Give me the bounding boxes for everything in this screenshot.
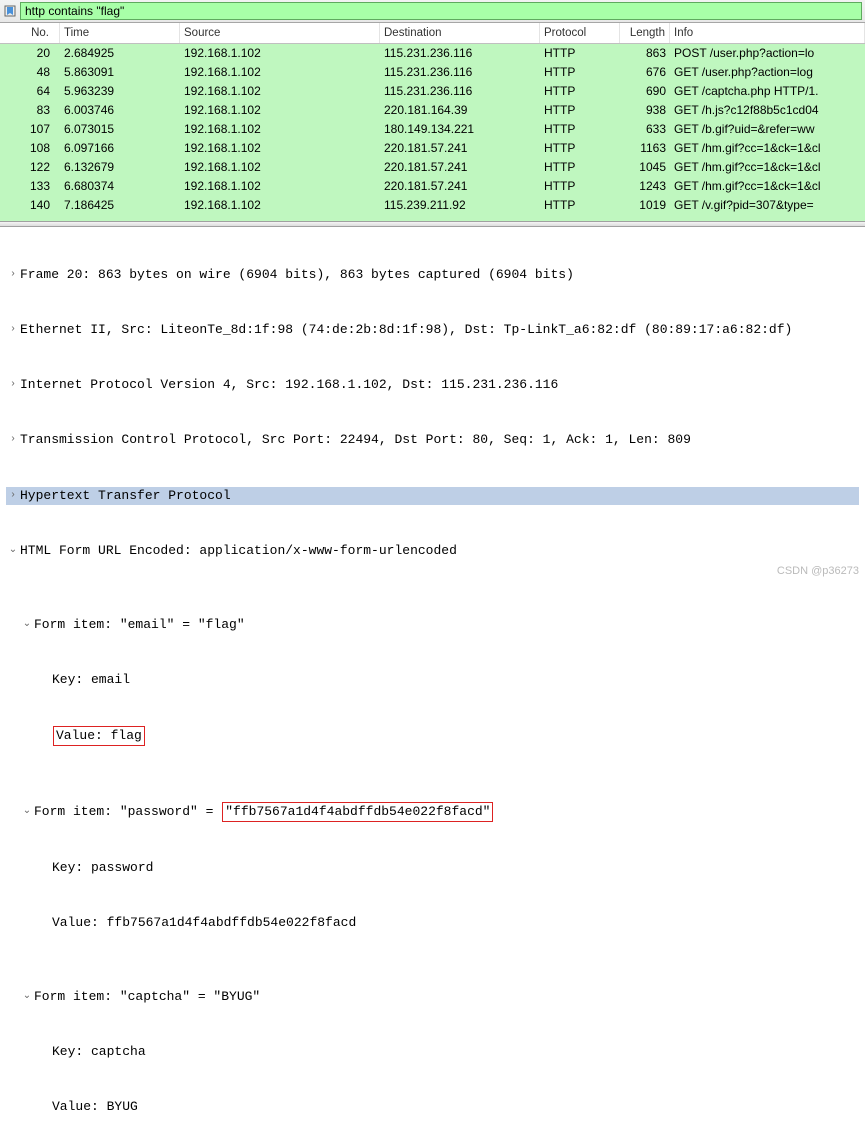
display-filter-bar bbox=[0, 0, 865, 23]
tree-label: Hypertext Transfer Protocol bbox=[20, 487, 231, 505]
tree-form-encoded[interactable]: ⌄HTML Form URL Encoded: application/x-ww… bbox=[6, 542, 859, 560]
col-header-source[interactable]: Source bbox=[180, 23, 380, 43]
packet-row[interactable]: 836.003746192.168.1.102220.181.164.39HTT… bbox=[0, 101, 865, 120]
tree-label: Frame 20: 863 bytes on wire (6904 bits),… bbox=[20, 266, 574, 284]
tree-form-item-password[interactable]: ⌄Form item: "password" = "ffb7567a1d4f4a… bbox=[6, 802, 859, 822]
expander-icon[interactable]: › bbox=[6, 321, 20, 339]
tree-key-captcha[interactable]: Key: captcha bbox=[6, 1043, 859, 1061]
bookmark-icon[interactable] bbox=[3, 4, 17, 18]
highlight-flag-value: Value: flag bbox=[53, 726, 145, 746]
col-header-destination[interactable]: Destination bbox=[380, 23, 540, 43]
col-header-info[interactable]: Info bbox=[670, 23, 865, 43]
expander-icon[interactable]: › bbox=[6, 266, 20, 284]
packet-row[interactable]: 645.963239192.168.1.102115.231.236.116HT… bbox=[0, 82, 865, 101]
tree-value-captcha[interactable]: Value: BYUG bbox=[6, 1098, 859, 1116]
tree-form-item-email[interactable]: ⌄Form item: "email" = "flag" bbox=[6, 616, 859, 634]
watermark: CSDN @p36273 bbox=[777, 565, 859, 577]
col-header-time[interactable]: Time bbox=[60, 23, 180, 43]
tree-label: Transmission Control Protocol, Src Port:… bbox=[20, 431, 691, 449]
packet-row[interactable]: →202.684925192.168.1.102115.231.236.116H… bbox=[0, 44, 865, 63]
tree-label: Form item: "password" = bbox=[34, 803, 221, 821]
tree-label: Key: captcha bbox=[52, 1043, 146, 1061]
tree-label: Form item: "email" = "flag" bbox=[34, 616, 245, 634]
col-header-protocol[interactable]: Protocol bbox=[540, 23, 620, 43]
packet-list[interactable]: →202.684925192.168.1.102115.231.236.116H… bbox=[0, 44, 865, 221]
packet-list-header: No. Time Source Destination Protocol Len… bbox=[0, 23, 865, 44]
tree-value-email[interactable]: Value: flag bbox=[6, 726, 859, 746]
expander-open-icon[interactable]: ⌄ bbox=[20, 803, 34, 821]
tree-value-password[interactable]: Value: ffb7567a1d4f4abdffdb54e022f8facd bbox=[6, 914, 859, 932]
expander-open-icon[interactable]: ⌄ bbox=[20, 616, 34, 634]
expander-icon[interactable]: › bbox=[6, 431, 20, 449]
packet-row[interactable]: 1226.132679192.168.1.102220.181.57.241HT… bbox=[0, 158, 865, 177]
display-filter-input[interactable] bbox=[20, 2, 862, 20]
tree-label: Value: BYUG bbox=[52, 1098, 138, 1116]
expander-icon[interactable]: › bbox=[6, 376, 20, 394]
packet-row[interactable]: 485.863091192.168.1.102115.231.236.116HT… bbox=[0, 63, 865, 82]
tree-tcp[interactable]: ›Transmission Control Protocol, Src Port… bbox=[6, 431, 859, 449]
expander-icon[interactable]: › bbox=[6, 487, 20, 505]
packet-row[interactable]: 1336.680374192.168.1.102220.181.57.241HT… bbox=[0, 177, 865, 196]
tree-label: Key: password bbox=[52, 859, 153, 877]
tree-frame[interactable]: ›Frame 20: 863 bytes on wire (6904 bits)… bbox=[6, 266, 859, 284]
tree-label: Ethernet II, Src: LiteonTe_8d:1f:98 (74:… bbox=[20, 321, 792, 339]
col-header-no[interactable]: No. bbox=[0, 23, 60, 43]
expander-open-icon[interactable]: ⌄ bbox=[6, 542, 20, 560]
tree-label: Form item: "captcha" = "BYUG" bbox=[34, 988, 260, 1006]
highlight-password-value: "ffb7567a1d4f4abdffdb54e022f8facd" bbox=[222, 802, 493, 822]
tree-form-item-captcha[interactable]: ⌄Form item: "captcha" = "BYUG" bbox=[6, 988, 859, 1006]
tree-label: Value: ffb7567a1d4f4abdffdb54e022f8facd bbox=[52, 914, 356, 932]
expander-open-icon[interactable]: ⌄ bbox=[20, 988, 34, 1006]
packet-row[interactable]: 1076.073015192.168.1.102180.149.134.221H… bbox=[0, 120, 865, 139]
tree-label: Key: email bbox=[52, 671, 130, 689]
tree-key-email[interactable]: Key: email bbox=[6, 671, 859, 689]
tree-ip[interactable]: ›Internet Protocol Version 4, Src: 192.1… bbox=[6, 376, 859, 394]
packet-details[interactable]: ›Frame 20: 863 bytes on wire (6904 bits)… bbox=[0, 227, 865, 1141]
tree-label: Internet Protocol Version 4, Src: 192.16… bbox=[20, 376, 558, 394]
tree-label: HTML Form URL Encoded: application/x-www… bbox=[20, 542, 457, 560]
tree-http[interactable]: ›Hypertext Transfer Protocol bbox=[6, 487, 859, 505]
col-header-length[interactable]: Length bbox=[620, 23, 670, 43]
tree-ethernet[interactable]: ›Ethernet II, Src: LiteonTe_8d:1f:98 (74… bbox=[6, 321, 859, 339]
tree-key-password[interactable]: Key: password bbox=[6, 859, 859, 877]
packet-row[interactable]: 1407.186425192.168.1.102115.239.211.92HT… bbox=[0, 196, 865, 215]
packet-row[interactable]: 1086.097166192.168.1.102220.181.57.241HT… bbox=[0, 139, 865, 158]
